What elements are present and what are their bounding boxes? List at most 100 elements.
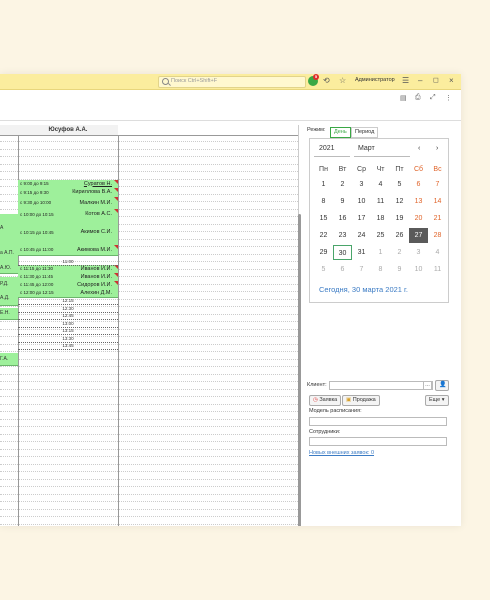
calendar-day[interactable]: 15 [314,211,333,226]
close-icon[interactable]: × [449,76,454,86]
calendar-day[interactable]: 11 [371,194,390,209]
next-month-icon[interactable]: › [436,145,438,152]
calendar-day[interactable]: 16 [333,211,352,226]
report-icon[interactable]: ▤ [400,94,407,102]
empty-header [118,125,298,136]
tab-day[interactable]: День [330,127,351,138]
calendar-day[interactable]: 19 [390,211,409,226]
appointment[interactable]: с 10:45 до 11:00 Акимова М.И. [18,245,118,256]
status-flag-icon [114,209,118,213]
calendar-day[interactable]: 1 [371,245,390,260]
calendar-day[interactable]: 4 [428,245,447,260]
user-name[interactable]: Администратор [355,77,395,83]
left-appointment[interactable]: А [0,214,18,244]
vertical-scrollbar[interactable] [298,214,301,526]
calendar-day[interactable]: 9 [390,262,409,277]
calendar-year[interactable]: 2021 [319,145,335,152]
grid-line [0,448,298,451]
calendar-day[interactable]: 10 [352,194,371,209]
time-slot[interactable]: 11:00 [18,259,118,266]
grid-line [0,501,298,503]
left-appointment[interactable]: А.Д. [0,291,18,306]
request-button[interactable]: ◷ Заявка [309,395,342,406]
grid-line [0,148,298,151]
new-requests-link[interactable]: Новых внешних заявок: 0 [309,450,374,456]
weekday-label: Пн [319,166,328,173]
appointment-client: Алехин Д.М. [80,289,112,296]
calendar-day[interactable]: 17 [352,211,371,226]
calendar-day[interactable]: 10 [409,262,428,277]
client-field[interactable] [329,381,433,390]
calendar-day[interactable]: 18 [371,211,390,226]
calendar-day[interactable]: 30 [333,245,352,260]
star-icon[interactable]: ☆ [339,76,346,86]
calendar-day[interactable]: 27 [409,228,428,243]
left-appointment[interactable]: Р.Д. [0,277,18,292]
left-appointment[interactable]: А.Ю. [0,263,18,274]
appointment-time: с 9:00 до 9:15 [20,181,49,186]
tab-period[interactable]: Период [351,127,379,138]
employee-header[interactable]: Юсуфов А.А. [18,125,118,136]
calendar-day[interactable]: 2 [333,177,352,192]
minimize-icon[interactable]: – [418,76,422,86]
calendar-day[interactable]: 3 [352,177,371,192]
search-input[interactable]: Поиск Ctrl+Shift+F [158,76,306,88]
calendar-day[interactable]: 22 [314,228,333,243]
schedule-model-field[interactable] [309,417,447,426]
calendar-day[interactable]: 20 [409,211,428,226]
calendar-day[interactable]: 14 [428,194,447,209]
expand-icon[interactable]: ⤢ [430,94,436,102]
prev-month-icon[interactable]: ‹ [418,145,420,152]
left-appointment[interactable]: Е.Н. [0,308,18,320]
staff-field[interactable] [309,437,447,446]
schedule-grid[interactable]: Юсуфов А.А. А а А.П. А.Ю. Р.Д. А.Д. Е.Н.… [0,125,300,526]
restore-icon[interactable]: ◻ [433,76,439,86]
time-slot[interactable]: 13:45 [18,342,118,350]
calendar-day[interactable]: 28 [428,228,447,243]
calendar-day[interactable]: 1 [314,177,333,192]
calendar-day[interactable]: 24 [352,228,371,243]
more-menu-icon[interactable]: ⋮ [445,94,452,102]
more-button[interactable]: Еще ▾ [425,395,449,406]
calendar-day[interactable]: 23 [333,228,352,243]
appointment-client: Котов А.С. [85,211,112,217]
calendar-day[interactable]: 13 [409,194,428,209]
print-icon[interactable]: ⎙ [415,94,421,102]
calendar-day[interactable]: 9 [333,194,352,209]
calendar-day[interactable]: 26 [390,228,409,243]
notifications-icon[interactable]: 5 [308,74,319,86]
calendar-day[interactable]: 3 [409,245,428,260]
client-card-icon[interactable]: 👤 [435,380,449,391]
calendar-day[interactable]: 7 [428,177,447,192]
appointment-time: с 12:00 до 12:15 [20,290,54,295]
calendar-day[interactable]: 11 [428,262,447,277]
appointment-time: с 10:00 до 10:15 [20,211,54,217]
settings-icon[interactable]: ☰ [402,76,409,86]
left-appointment[interactable]: Г.А. [0,353,18,366]
appointment-time: с 11:30 до 11:45 [20,274,53,279]
calendar-day[interactable]: 12 [390,194,409,209]
calendar-day[interactable]: 25 [371,228,390,243]
calendar-day[interactable]: 29 [314,245,333,260]
calendar-day[interactable]: 6 [409,177,428,192]
sale-button[interactable]: ▣ Продажа [342,395,380,406]
calendar-day[interactable]: 21 [428,211,447,226]
history-icon[interactable]: ⟲ [323,76,330,86]
left-appointment[interactable]: а А.П. [0,243,18,264]
calendar-day[interactable]: 8 [314,194,333,209]
calendar-day[interactable]: 4 [371,177,390,192]
schedule-model-label: Модель расписания: [309,408,362,414]
calendar-day[interactable]: 8 [371,262,390,277]
calendar-day[interactable]: 31 [352,245,371,260]
previous-employee-header [0,125,18,136]
calendar-day[interactable]: 5 [390,177,409,192]
appointment[interactable]: с 10:15 до 10:45 Акимов С.И. [18,220,118,246]
appointment-client: Суратов Н. [83,180,112,187]
calendar-day[interactable]: 5 [314,262,333,277]
calendar-month[interactable]: Март [358,145,375,152]
today-link[interactable]: Сегодня, 30 марта 2021 г. [319,285,408,294]
client-select-icon[interactable]: … [423,381,432,390]
calendar-day[interactable]: 7 [352,262,371,277]
calendar-day[interactable]: 6 [333,262,352,277]
calendar-day[interactable]: 2 [390,245,409,260]
